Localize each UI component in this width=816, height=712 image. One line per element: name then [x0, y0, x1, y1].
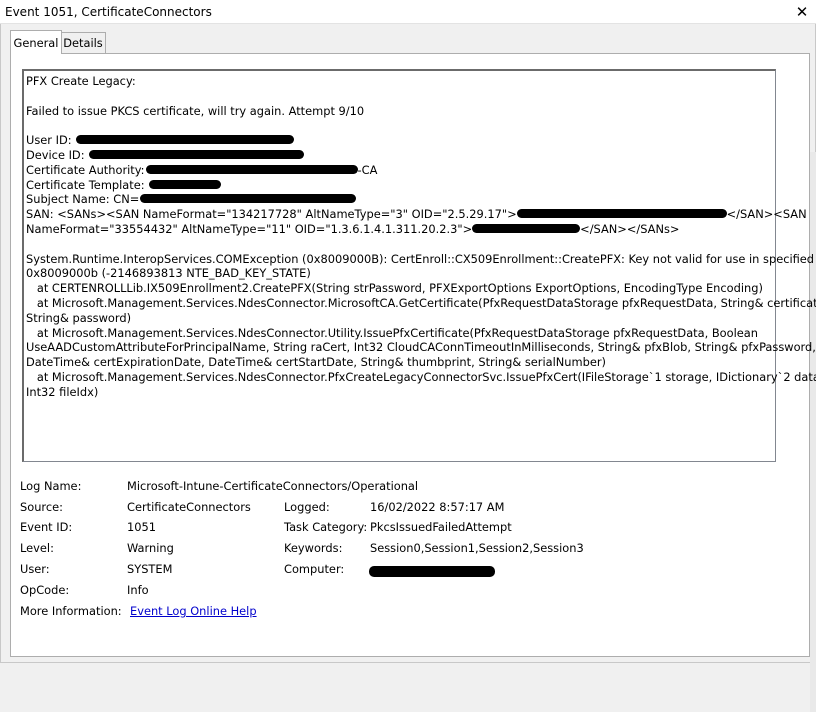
redaction-bar — [516, 209, 727, 219]
source-value: CertificateConnectors — [127, 500, 251, 514]
tab-general[interactable]: General — [10, 30, 62, 54]
keywords-value: Session0,Session1,Session2,Session3 — [370, 541, 584, 555]
level-value: Warning — [127, 541, 174, 555]
redaction-bar — [472, 223, 581, 233]
title-bar: Event 1051, CertificateConnectors ✕ — [0, 0, 816, 24]
tab-details-label: Details — [63, 36, 103, 50]
desc-subject-name: Subject Name: CN= — [26, 192, 766, 207]
desc-exception-line: String& password) — [26, 310, 132, 325]
desc-exception-line: Int32 fileIdx) — [26, 384, 99, 399]
event-log-online-help-link[interactable]: Event Log Online Help — [130, 604, 257, 618]
opcode-label: OpCode: — [20, 583, 70, 597]
log-name-label: Log Name: — [20, 479, 82, 493]
level-label: Level: — [20, 541, 54, 555]
desc-certificate-authority: Certificate Authority: -CA — [26, 162, 378, 177]
close-icon: ✕ — [795, 3, 809, 21]
logged-value: 16/02/2022 8:57:17 AM — [370, 500, 505, 514]
desc-exception-line: 0x8009000b (-2146893813 NTE_BAD_KEY_STAT… — [26, 266, 311, 281]
desc-heading: PFX Create Legacy: — [26, 74, 136, 88]
desc-san-line-1: SAN: <SANs><SAN NameFormat="134217728" A… — [26, 207, 807, 222]
desc-device-id: Device ID: — [26, 148, 766, 163]
event-description-text: PFX Create Legacy: Failed to issue PKCS … — [26, 74, 816, 454]
desc-exception-line: at Microsoft.Management.Services.NdesCon… — [26, 369, 816, 384]
desc-exception-line: System.Runtime.InteropServices.COMExcept… — [26, 251, 816, 266]
computer-label: Computer: — [284, 562, 345, 576]
desc-exception-line: UseAADCustomAttributeForPrincipalName, S… — [26, 340, 816, 355]
log-name-value: Microsoft-Intune-CertificateConnectors/O… — [127, 479, 419, 493]
desc-san-line-2: NameFormat="33554432" AltNameType="11" O… — [26, 221, 680, 236]
redaction-bar — [140, 194, 357, 204]
desc-certificate-template: Certificate Template: — [26, 178, 766, 193]
task-category-value: PkcsIssuedFailedAttempt — [370, 520, 512, 534]
user-label: User: — [20, 562, 50, 576]
event-id-value: 1051 — [127, 520, 156, 534]
close-button[interactable]: ✕ — [788, 0, 816, 24]
logged-label: Logged: — [284, 500, 330, 514]
computer-redaction-bar — [369, 566, 495, 577]
task-category-label: Task Category: — [284, 520, 368, 534]
desc-user-id: User ID: — [26, 133, 766, 148]
redaction-bar — [149, 179, 222, 189]
source-label: Source: — [20, 500, 63, 514]
redaction-bar — [145, 164, 358, 174]
window-scrollbar[interactable] — [810, 54, 816, 712]
tab-general-label: General — [13, 35, 59, 50]
window-title: Event 1051, CertificateConnectors — [5, 5, 212, 19]
desc-message: Failed to issue PKCS certificate, will t… — [26, 103, 365, 118]
redaction-bar — [89, 149, 305, 159]
event-description-box[interactable]: PFX Create Legacy: Failed to issue PKCS … — [22, 69, 816, 462]
opcode-value: Info — [127, 583, 149, 597]
event-id-label: Event ID: — [20, 520, 73, 534]
redaction-bar — [76, 135, 295, 145]
desc-exception-line: DateTime& certExpirationDate, DateTime& … — [26, 355, 606, 370]
user-value: SYSTEM — [127, 562, 173, 576]
keywords-label: Keywords: — [284, 541, 343, 555]
desc-exception-line: at Microsoft.Management.Services.NdesCon… — [26, 295, 816, 310]
desc-exception-line: at CERTENROLLLib.IX509Enrollment2.Create… — [26, 281, 763, 296]
more-information-label: More Information: — [20, 604, 122, 618]
scrollbar-thumb[interactable] — [810, 152, 816, 712]
tab-details[interactable]: Details — [61, 32, 106, 53]
desc-exception-line: at Microsoft.Management.Services.NdesCon… — [26, 325, 758, 340]
